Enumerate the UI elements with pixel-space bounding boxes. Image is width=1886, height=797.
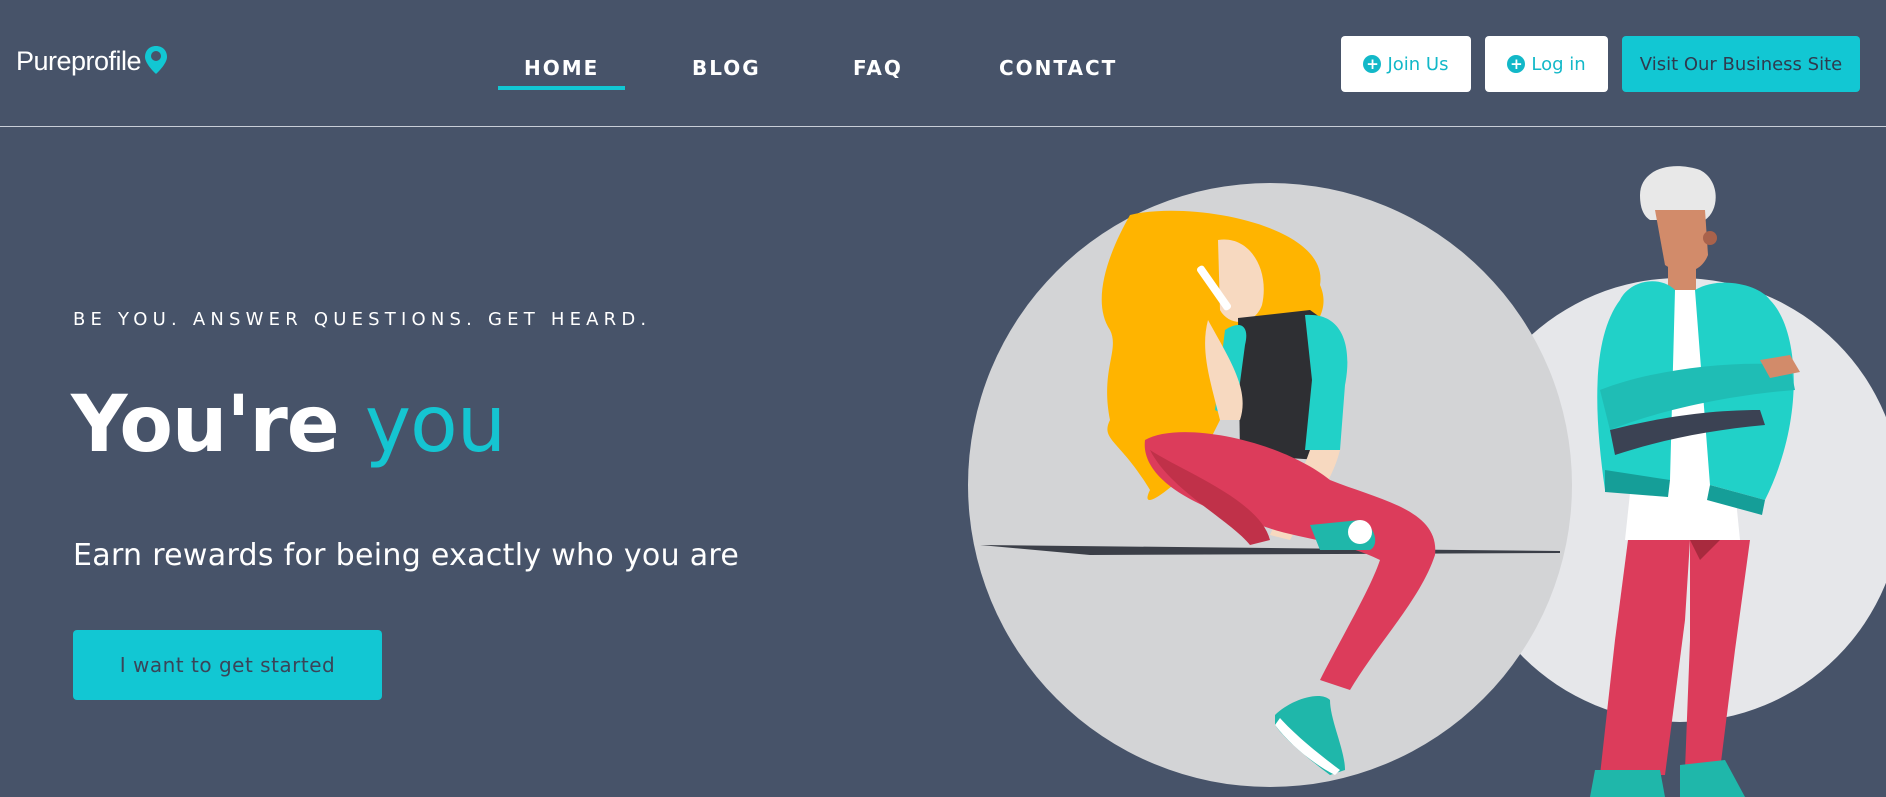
hero-illustration bbox=[968, 166, 1886, 797]
